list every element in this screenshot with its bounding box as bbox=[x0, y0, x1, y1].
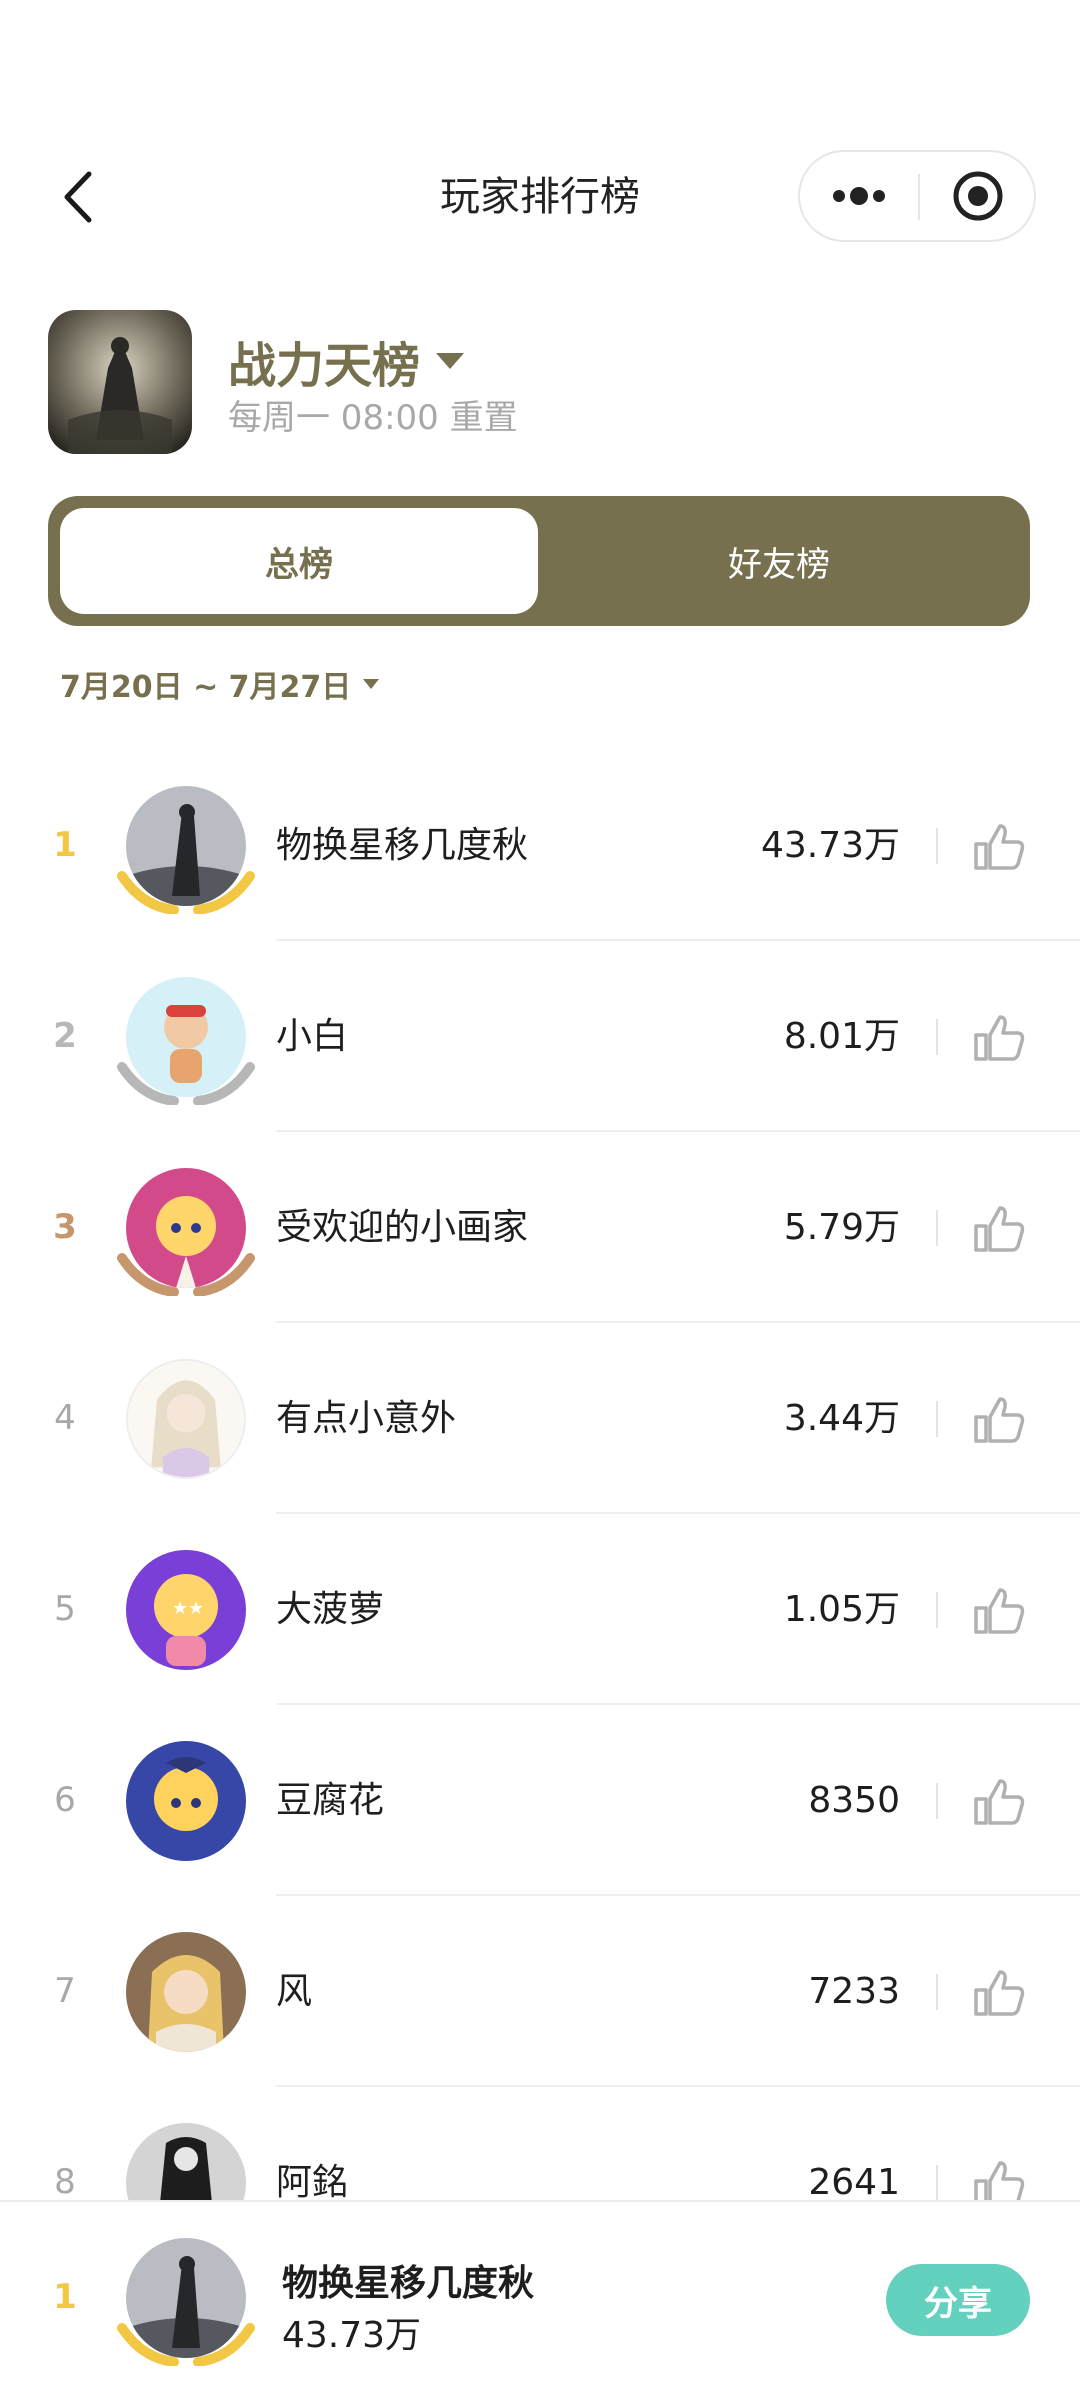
thumbs-up-icon[interactable] bbox=[972, 1586, 1026, 1636]
board-name: 战力天榜 bbox=[228, 338, 421, 394]
player-name: 豆腐花 bbox=[276, 1780, 385, 1821]
close-miniprogram-button[interactable] bbox=[920, 152, 1036, 240]
more-icon bbox=[833, 187, 885, 205]
separator bbox=[936, 1974, 938, 2010]
player-name: 风 bbox=[276, 1971, 313, 2012]
laurel-icon bbox=[117, 1253, 255, 1296]
nav-bar: 玩家排行榜 bbox=[0, 150, 1080, 244]
separator bbox=[936, 1783, 938, 1819]
separator bbox=[936, 2165, 938, 2201]
rank-number: 7 bbox=[54, 1971, 76, 2011]
ranking-list: 1 物换星移几度秋 43.73万 2 小白 8.01万 3 受欢迎的小画家 5.… bbox=[0, 750, 1080, 2278]
list-item[interactable]: 1 物换星移几度秋 43.73万 bbox=[0, 750, 1080, 941]
player-name: 有点小意外 bbox=[276, 1398, 457, 1439]
back-button[interactable] bbox=[52, 170, 106, 224]
list-item[interactable]: 6 豆腐花 8350 bbox=[0, 1705, 1080, 1896]
date-range-selector[interactable]: 7月20日 ~ 7月27日 bbox=[60, 662, 380, 706]
svg-text:★: ★ bbox=[172, 1598, 188, 1619]
my-ranking-bar: 1 物换星移几度秋 43.73万 分享 bbox=[0, 2200, 1080, 2400]
capsule-menu bbox=[798, 150, 1036, 242]
player-score: 7233 bbox=[808, 1971, 900, 2012]
player-name: 大菠萝 bbox=[276, 1589, 385, 1630]
rank-number: 6 bbox=[54, 1780, 76, 1820]
laurel-icon bbox=[117, 871, 255, 914]
thumbs-up-icon[interactable] bbox=[972, 1395, 1026, 1445]
player-score: 1.05万 bbox=[783, 1589, 900, 1630]
player-name: 受欢迎的小画家 bbox=[276, 1207, 529, 1248]
my-rank-number: 1 bbox=[53, 2277, 77, 2317]
rank-number: 4 bbox=[54, 1398, 76, 1438]
tab-friends[interactable]: 好友榜 bbox=[540, 508, 1018, 614]
player-name: 小白 bbox=[276, 1016, 349, 1057]
thumbs-up-icon[interactable] bbox=[972, 1968, 1026, 2018]
laurel-icon bbox=[117, 1062, 255, 1105]
list-item[interactable]: 7 风 7233 bbox=[0, 1896, 1080, 2087]
player-score: 43.73万 bbox=[760, 825, 900, 866]
thumbs-up-icon[interactable] bbox=[972, 1013, 1026, 1063]
avatar bbox=[126, 1932, 246, 2052]
share-button[interactable]: 分享 bbox=[886, 2264, 1030, 2336]
target-icon bbox=[953, 171, 1003, 221]
thumbs-up-icon[interactable] bbox=[972, 822, 1026, 872]
player-score: 8350 bbox=[808, 1780, 900, 1821]
player-score: 8.01万 bbox=[783, 1016, 900, 1057]
board-selector[interactable]: 战力天榜 bbox=[228, 326, 465, 396]
svg-text:★: ★ bbox=[188, 1598, 204, 1619]
tab-overall[interactable]: 总榜 bbox=[60, 508, 538, 614]
caret-down-icon bbox=[436, 353, 465, 369]
rank-number: 3 bbox=[53, 1207, 77, 1247]
game-header: 战力天榜 每周一 08:00 重置 bbox=[48, 310, 1048, 456]
thumbs-up-icon[interactable] bbox=[972, 1777, 1026, 1827]
list-item[interactable]: 5 ★ ★ 大菠萝 1.05万 bbox=[0, 1514, 1080, 1705]
game-icon bbox=[48, 310, 192, 454]
player-name: 物换星移几度秋 bbox=[276, 825, 529, 866]
my-name: 物换星移几度秋 bbox=[282, 2263, 535, 2304]
separator bbox=[936, 828, 938, 864]
rank-number: 1 bbox=[53, 825, 77, 865]
laurel-icon bbox=[117, 2323, 255, 2366]
list-item[interactable]: 2 小白 8.01万 bbox=[0, 941, 1080, 1132]
rank-number: 2 bbox=[53, 1016, 77, 1056]
my-score: 43.73万 bbox=[282, 2315, 422, 2356]
separator bbox=[936, 1019, 938, 1055]
avatar bbox=[126, 1741, 246, 1861]
player-score: 5.79万 bbox=[783, 1207, 900, 1248]
list-item[interactable]: 3 受欢迎的小画家 5.79万 bbox=[0, 1132, 1080, 1323]
date-range: 7月20日 ~ 7月27日 bbox=[60, 670, 352, 705]
separator bbox=[936, 1592, 938, 1628]
thumbs-up-icon[interactable] bbox=[972, 1204, 1026, 1254]
list-item[interactable]: 4 有点小意外 3.44万 bbox=[0, 1323, 1080, 1514]
player-score: 3.44万 bbox=[783, 1398, 900, 1439]
avatar bbox=[126, 1359, 246, 1479]
reset-time: 每周一 08:00 重置 bbox=[228, 398, 518, 438]
separator bbox=[936, 1210, 938, 1246]
separator bbox=[936, 1401, 938, 1437]
back-icon bbox=[64, 171, 92, 223]
rank-number: 5 bbox=[54, 1589, 76, 1629]
more-button[interactable] bbox=[800, 152, 918, 240]
avatar: ★ ★ bbox=[126, 1550, 246, 1670]
caret-down-icon bbox=[363, 679, 380, 689]
leaderboard-tabs: 总榜 好友榜 bbox=[48, 496, 1030, 626]
